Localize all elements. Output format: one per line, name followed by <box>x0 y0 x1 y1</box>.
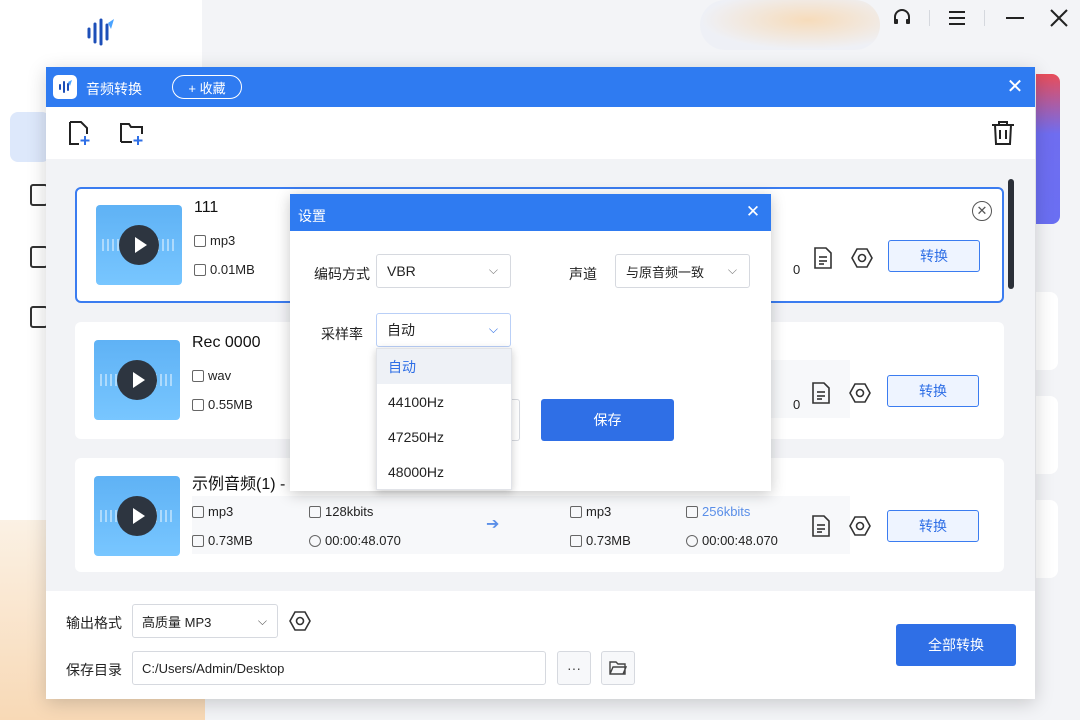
chevron-down-icon: ⌵ <box>488 263 498 277</box>
channel-select[interactable]: 与原音频一致 ⌵ <box>615 254 750 288</box>
channel-label: 声道 <box>569 266 597 282</box>
dialog-close-icon[interactable]: ✕ <box>743 202 763 222</box>
close-app-icon[interactable] <box>1045 6 1073 30</box>
toolbar <box>46 107 1035 159</box>
save-dir-input[interactable]: C:/Users/Admin/Desktop <box>132 651 546 685</box>
settings-gear-icon[interactable] <box>851 247 873 269</box>
source-duration: 00:00:48.070 <box>309 533 401 548</box>
clock-icon <box>309 534 321 547</box>
convert-all-button[interactable]: 全部转换 <box>896 624 1016 666</box>
background-banner-right <box>1036 74 1060 224</box>
dropdown-option[interactable]: 44100Hz <box>377 384 511 419</box>
open-folder-button[interactable] <box>601 651 635 685</box>
close-icon[interactable]: ✕ <box>1004 77 1026 99</box>
window-titlebar: 音频转换 + 收藏 ✕ <box>46 67 1035 107</box>
add-file-icon[interactable] <box>66 120 92 146</box>
dialog-title: 设置 <box>298 208 326 224</box>
remove-file-icon[interactable]: ✕ <box>972 201 992 221</box>
background-banner <box>700 0 880 50</box>
folder-icon <box>570 534 582 547</box>
scrollbar[interactable] <box>1008 179 1014 289</box>
target-size: 0.73MB <box>570 533 631 548</box>
file-name: Rec 0000 <box>192 334 261 351</box>
chevron-up-icon: ⌵ <box>488 322 498 336</box>
audio-thumbnail <box>96 205 182 285</box>
file-info-icon[interactable] <box>811 382 831 404</box>
sample-rate-dropdown: 自动 44100Hz 47250Hz 48000Hz <box>376 348 512 490</box>
divider <box>984 10 985 26</box>
background-card <box>1036 500 1058 578</box>
music-file-icon <box>194 234 206 247</box>
divider <box>929 10 930 26</box>
source-format: mp3 <box>194 233 235 248</box>
audio-thumbnail <box>94 340 180 420</box>
add-folder-icon[interactable] <box>119 120 145 146</box>
source-bitrate: 128kbits <box>309 504 373 519</box>
file-name: 示例音频(1) - <box>192 476 286 493</box>
convert-button[interactable]: 转换 <box>888 240 980 272</box>
play-icon[interactable] <box>117 360 157 400</box>
music-file-icon <box>570 505 582 518</box>
bitrate-icon <box>686 505 698 518</box>
convert-button[interactable]: 转换 <box>887 510 979 542</box>
source-format: wav <box>192 368 231 383</box>
bitrate-icon <box>309 505 321 518</box>
source-size: 0.73MB <box>192 533 253 548</box>
file-info-icon[interactable] <box>811 515 831 537</box>
folder-open-icon <box>609 661 627 675</box>
play-icon[interactable] <box>117 496 157 536</box>
convert-button[interactable]: 转换 <box>887 375 979 407</box>
convert-arrow-icon: ➔ <box>486 516 500 533</box>
background-card <box>1036 396 1058 474</box>
sidebar-item-audio-convert[interactable] <box>10 112 50 162</box>
source-format: mp3 <box>192 504 233 519</box>
dropdown-option[interactable]: 自动 <box>377 349 511 384</box>
audio-thumbnail <box>94 476 180 556</box>
file-name: 111 <box>194 199 219 216</box>
target-size: 0 <box>793 262 801 277</box>
sample-rate-select[interactable]: 自动 ⌵ <box>376 313 511 347</box>
source-size: 0.55MB <box>192 397 253 412</box>
bottom-panel: 输出格式 高质量 MP3 ⌵ 保存目录 C:/Users/Admin/Deskto… <box>46 591 1035 699</box>
output-format-select[interactable]: 高质量 MP3 ⌵ <box>132 604 278 638</box>
clock-icon <box>686 534 698 547</box>
source-size: 0.01MB <box>194 262 255 277</box>
trash-icon[interactable] <box>990 120 1016 146</box>
headset-icon[interactable] <box>888 6 916 30</box>
folder-icon <box>194 263 206 276</box>
music-file-icon <box>192 369 204 382</box>
file-info-icon[interactable] <box>813 247 833 269</box>
settings-gear-icon[interactable] <box>849 515 871 537</box>
audio-app-icon <box>53 75 77 99</box>
target-duration: 00:00:48.070 <box>686 533 778 548</box>
target-size: 0 <box>793 397 801 412</box>
save-dir-label: 保存目录 <box>66 662 122 678</box>
target-format: mp3 <box>570 504 611 519</box>
dropdown-option[interactable]: 48000Hz <box>377 454 511 489</box>
output-format-label: 输出格式 <box>66 615 122 631</box>
folder-icon <box>192 534 204 547</box>
app-logo-icon <box>87 18 114 46</box>
chevron-down-icon: ⌵ <box>257 614 267 628</box>
background-card <box>1036 292 1058 370</box>
settings-dialog: 设置 ✕ 编码方式 VBR ⌵ 声道 与原音频一致 ⌵ 采样率 自动 ⌵ 保存 <box>290 194 771 491</box>
dropdown-option[interactable]: 47250Hz <box>377 419 511 454</box>
minimize-icon[interactable] <box>1001 6 1029 30</box>
encoding-label: 编码方式 <box>314 266 370 282</box>
encoding-select[interactable]: VBR ⌵ <box>376 254 511 288</box>
dialog-titlebar: 设置 ✕ <box>290 194 771 231</box>
settings-gear-icon[interactable] <box>849 382 871 404</box>
more-options-button[interactable]: ··· <box>557 651 591 685</box>
target-bitrate: 256kbits <box>686 504 750 519</box>
sample-rate-label: 采样率 <box>321 326 363 342</box>
menu-icon[interactable] <box>943 6 971 30</box>
chevron-down-icon: ⌵ <box>727 263 737 277</box>
play-icon[interactable] <box>119 225 159 265</box>
favorite-button[interactable]: + 收藏 <box>172 75 242 99</box>
window-title: 音频转换 <box>86 81 142 97</box>
output-settings-gear-icon[interactable] <box>289 610 311 632</box>
folder-icon <box>192 398 204 411</box>
music-file-icon <box>192 505 204 518</box>
save-button[interactable]: 保存 <box>541 399 674 441</box>
